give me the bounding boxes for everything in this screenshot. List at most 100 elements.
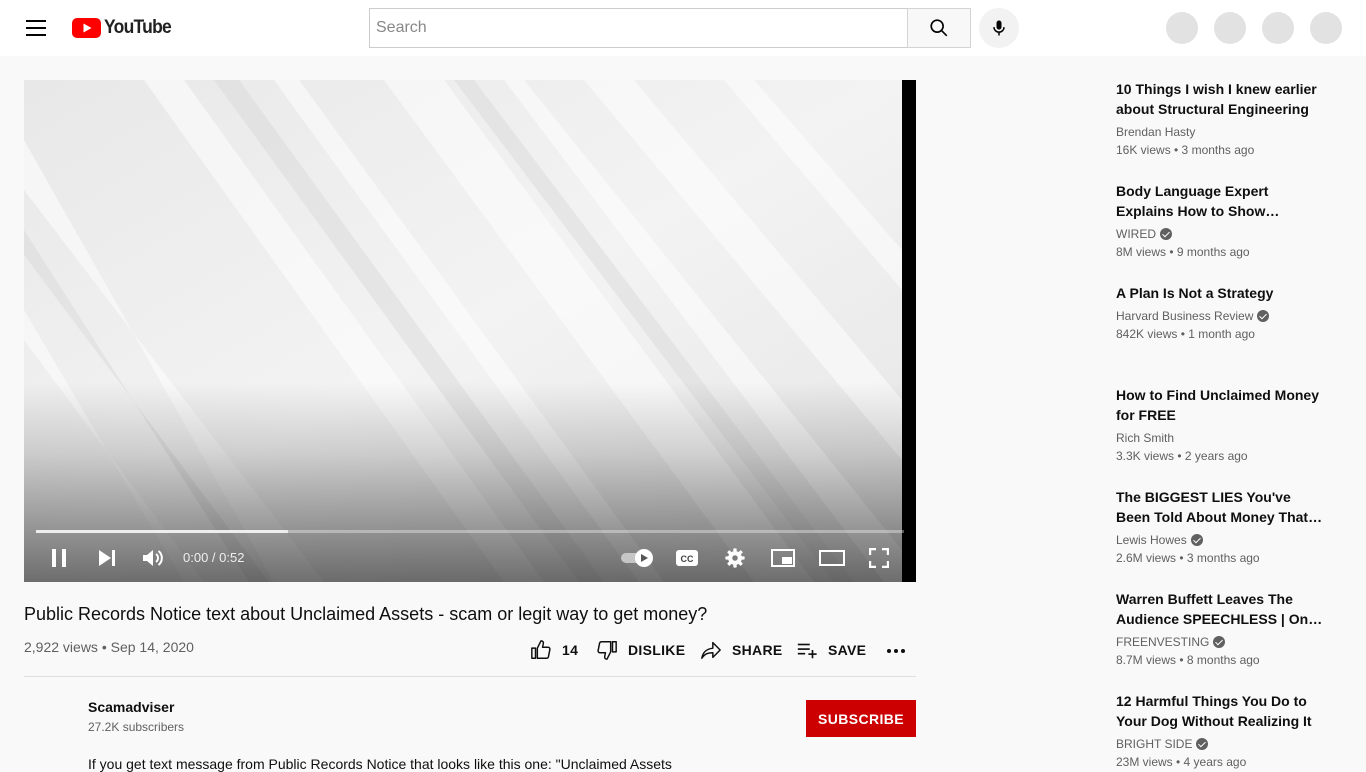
mute-button[interactable] [141, 546, 165, 570]
recommended-video-channel: WIRED [1116, 225, 1326, 243]
recommended-video-stats: 23M views • 4 years ago [1116, 755, 1247, 769]
dislike-label: DISLIKE [628, 642, 686, 658]
volume-icon [143, 550, 163, 566]
fullscreen-button[interactable] [867, 546, 891, 570]
time-display: 0:00 / 0:52 [183, 550, 245, 565]
progress-bar-fill [36, 530, 288, 533]
thumbs-up-icon [531, 640, 551, 659]
subscriber-count: 27.2K subscribers [88, 720, 185, 734]
recommended-video-channel: Brendan Hasty [1116, 123, 1326, 141]
fullscreen-icon [869, 548, 889, 568]
miniplayer-icon [771, 549, 795, 567]
autoplay-toggle[interactable] [620, 546, 654, 570]
thumbs-down-icon [597, 641, 617, 660]
save-button[interactable]: SAVE [796, 637, 866, 663]
verified-badge-icon [1213, 636, 1226, 648]
pause-button[interactable] [47, 546, 71, 570]
view-count: 2,922 views [24, 639, 98, 655]
recommended-video-title[interactable]: How to Find Unclaimed Money for FREE [1116, 385, 1326, 425]
recommended-video-channel: Rich Smith [1116, 429, 1326, 447]
video-player[interactable]: 0:00 / 0:52 CC [24, 80, 916, 582]
recommended-video-stats: 2.6M views • 3 months ago [1116, 551, 1260, 565]
search-box [369, 8, 908, 48]
notifications-icon-placeholder[interactable] [1262, 12, 1294, 44]
verified-badge-icon [1257, 310, 1270, 322]
search-input[interactable] [370, 9, 908, 47]
youtube-play-logo-icon [72, 18, 101, 38]
verified-badge-icon [1160, 228, 1172, 240]
share-button[interactable]: SHARE [700, 637, 783, 663]
upload-date: Sep 14, 2020 [110, 639, 194, 655]
recommended-channel-name: Brendan Hasty [1116, 125, 1196, 139]
subscribe-button[interactable]: SUBSCRIBE [806, 700, 916, 737]
recommended-video[interactable]: How to Find Unclaimed Money for FREE Rich… [1116, 385, 1326, 465]
recommended-video[interactable]: 10 Things I wish I knew earlier about St… [1116, 79, 1326, 159]
skip-next-icon [99, 550, 115, 566]
video-title: Public Records Notice text about Unclaim… [24, 604, 708, 624]
recommended-channel-name: Rich Smith [1116, 431, 1175, 445]
apps-icon-placeholder[interactable] [1214, 12, 1246, 44]
meta-separator: • [101, 639, 107, 655]
save-label: SAVE [828, 642, 867, 658]
recommended-video-channel: Harvard Business Review [1116, 307, 1326, 325]
search-icon [930, 19, 948, 37]
avatar[interactable] [1310, 12, 1342, 44]
miniplayer-button[interactable] [770, 546, 796, 570]
theater-mode-button[interactable] [818, 546, 846, 570]
recommended-video-stats: 842K views • 1 month ago [1116, 327, 1255, 341]
recommended-video-title[interactable]: 10 Things I wish I knew earlier about St… [1116, 79, 1326, 119]
recommended-channel-name: FREENVESTING [1116, 635, 1210, 649]
progress-bar[interactable] [36, 530, 904, 533]
menu-icon[interactable] [20, 16, 52, 40]
youtube-logo[interactable]: YouTube [72, 17, 177, 39]
next-button[interactable] [95, 546, 119, 570]
create-icon-placeholder[interactable] [1166, 12, 1198, 44]
recommended-video-title[interactable]: The BIGGEST LIES You've Been Told About … [1116, 487, 1326, 527]
recommended-video-channel: FREENVESTING [1116, 633, 1326, 651]
gear-icon [725, 548, 745, 568]
recommended-channel-name: BRIGHT SIDE [1116, 737, 1193, 751]
recommended-video-title[interactable]: Warren Buffett Leaves The Audience SPEEC… [1116, 589, 1326, 629]
divider [24, 676, 916, 677]
recommended-video-stats: 16K views • 3 months ago [1116, 143, 1255, 157]
recommended-video-title[interactable]: Body Language Expert Explains How to Sho… [1116, 181, 1326, 221]
masthead: YouTube [0, 0, 1366, 56]
recommended-video[interactable]: Body Language Expert Explains How to Sho… [1116, 181, 1326, 261]
recommended-video-stats: 8M views • 9 months ago [1116, 245, 1250, 259]
recommended-channel-name: Harvard Business Review [1116, 309, 1254, 323]
recommended-channel-name: WIRED [1116, 227, 1156, 241]
more-horizontal-icon [887, 649, 905, 653]
recommended-video-title[interactable]: 12 Harmful Things You Do to Your Dog Wit… [1116, 691, 1326, 731]
more-actions-button[interactable] [884, 637, 908, 663]
recommended-video-stats: 3.3K views • 2 years ago [1116, 449, 1248, 463]
channel-name[interactable]: Scamadviser [88, 699, 174, 715]
share-icon [701, 641, 721, 659]
recommended-video[interactable]: A Plan Is Not a Strategy Harvard Business… [1116, 283, 1326, 343]
recommended-video-title[interactable]: A Plan Is Not a Strategy [1116, 283, 1326, 303]
recommended-channel-name: Lewis Howes [1116, 533, 1187, 547]
recommended-video-stats: 8.7M views • 8 months ago [1116, 653, 1260, 667]
voice-search-button[interactable] [979, 8, 1019, 48]
recommended-video[interactable]: The BIGGEST LIES You've Been Told About … [1116, 487, 1326, 567]
settings-button[interactable] [723, 546, 747, 570]
like-button[interactable]: 14 [530, 637, 578, 663]
verified-badge-icon [1196, 738, 1209, 750]
theater-mode-icon [819, 550, 845, 566]
playlist-add-icon [797, 643, 817, 659]
logo-text: YouTube [104, 17, 172, 38]
verified-badge-icon [1190, 534, 1203, 546]
pause-icon [52, 549, 66, 567]
video-description: If you get text message from Public Reco… [88, 756, 672, 772]
dislike-button[interactable]: DISLIKE [596, 637, 685, 663]
video-frame[interactable] [24, 80, 902, 582]
subtitles-button[interactable]: CC [675, 546, 699, 570]
recommended-video-channel: BRIGHT SIDE [1116, 735, 1326, 753]
video-meta: 2,922 views • Sep 14, 2020 [24, 639, 194, 655]
recommended-video[interactable]: Warren Buffett Leaves The Audience SPEEC… [1116, 589, 1326, 669]
recommended-video[interactable]: 12 Harmful Things You Do to Your Dog Wit… [1116, 691, 1326, 771]
recommended-video-channel: Lewis Howes [1116, 531, 1326, 549]
closed-captions-icon: CC [676, 550, 698, 566]
search-button[interactable] [907, 8, 971, 48]
like-count: 14 [562, 642, 579, 658]
autoplay-toggle-icon [621, 549, 653, 567]
